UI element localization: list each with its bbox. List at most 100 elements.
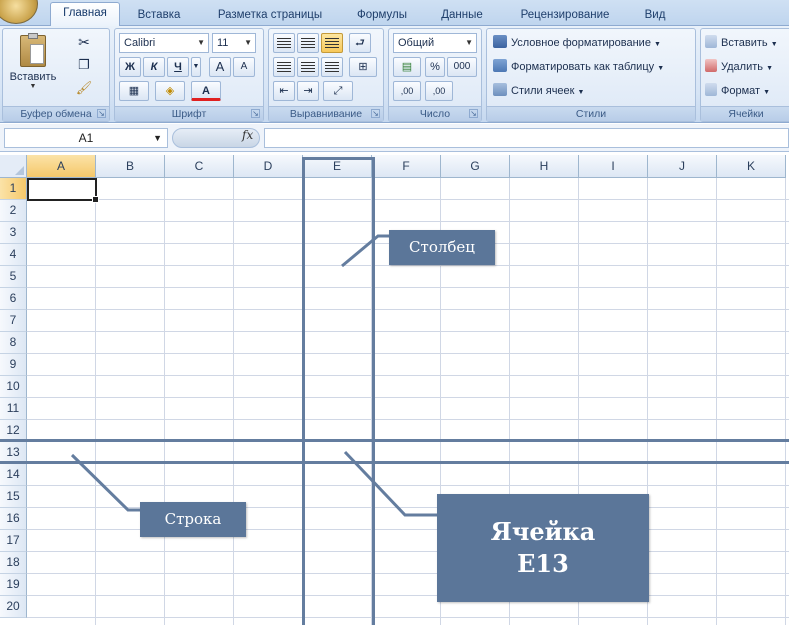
tab-formulas[interactable]: Формулы (346, 5, 418, 26)
row-header-18[interactable]: 18 (0, 552, 27, 574)
worksheet-grid: ABCDEFGHIJK 1 2 3 4 5 6 7 8 9 10 11 12 13 14 15 16 17 18 1… (0, 155, 789, 625)
row-header-3[interactable]: 3 (0, 222, 27, 244)
column-e-highlight (302, 157, 375, 625)
format-painter-icon[interactable]: 🖌 (73, 79, 95, 99)
row-header-16[interactable]: 16 (0, 508, 27, 530)
column-header-k[interactable]: K (717, 155, 786, 178)
column-header-f[interactable]: F (372, 155, 441, 178)
formula-bar: A1 ▼ fx (0, 124, 789, 152)
tab-view[interactable]: Вид (636, 5, 674, 26)
alignment-group-label: Выравнивание (269, 106, 383, 121)
number-launcher-icon[interactable]: ↘ (469, 109, 478, 118)
formula-input[interactable] (264, 128, 789, 148)
delete-cells-icon (705, 59, 717, 72)
percent-button[interactable]: % (425, 57, 445, 77)
copy-icon[interactable]: ❐ (73, 56, 95, 76)
row-header-20[interactable]: 20 (0, 596, 27, 618)
underline-dropdown-icon[interactable]: ▼ (191, 57, 201, 77)
chevron-down-icon: ▼ (244, 38, 252, 47)
row-header-1[interactable]: 1 (0, 178, 27, 200)
column-header-a[interactable]: A (27, 155, 96, 178)
row-header-5[interactable]: 5 (0, 266, 27, 288)
bold-button[interactable]: Ж (119, 57, 141, 77)
row-header-7[interactable]: 7 (0, 310, 27, 332)
underline-button[interactable]: Ч (167, 57, 189, 77)
paste-button[interactable]: Вставить ▼ (9, 33, 57, 99)
format-cells-label: Формат (721, 85, 761, 97)
tab-review[interactable]: Рецензирование (506, 5, 624, 26)
delete-cells-button[interactable]: Удалить ▼ (705, 59, 773, 77)
column-header-g[interactable]: G (441, 155, 510, 178)
align-top-icon[interactable] (273, 33, 295, 53)
grow-font-button[interactable]: A (209, 57, 231, 77)
align-bottom-icon[interactable] (321, 33, 343, 53)
align-middle-icon[interactable] (297, 33, 319, 53)
office-button[interactable] (0, 0, 38, 24)
insert-function-icon[interactable]: fx (242, 128, 253, 142)
alignment-launcher-icon[interactable]: ↘ (371, 109, 380, 118)
row-header-8[interactable]: 8 (0, 332, 27, 354)
increase-decimal-button[interactable]: ,00 (393, 81, 421, 101)
select-all-button[interactable] (0, 155, 27, 178)
align-center-icon[interactable] (297, 57, 319, 77)
column-header-j[interactable]: J (648, 155, 717, 178)
number-format-select[interactable]: Общий ▼ (393, 33, 477, 53)
row-header-11[interactable]: 11 (0, 398, 27, 420)
font-color-button[interactable]: A (191, 81, 221, 101)
conditional-formatting-label: Условное форматирование (511, 37, 651, 49)
active-cell-a1[interactable] (27, 178, 99, 203)
styles-group-label: Стили (487, 106, 695, 121)
row-header-4[interactable]: 4 (0, 244, 27, 266)
conditional-formatting-button[interactable]: Условное форматирование ▼ (493, 35, 661, 53)
column-header-c[interactable]: C (165, 155, 234, 178)
merge-cells-icon[interactable]: ⊞ (349, 57, 377, 77)
tab-home[interactable]: Главная (50, 2, 120, 27)
decrease-indent-icon[interactable]: ⇤ (273, 81, 295, 101)
tab-page-layout[interactable]: Разметка страницы (200, 5, 340, 26)
font-size-select[interactable]: 11 ▼ (212, 33, 256, 53)
row-header-17[interactable]: 17 (0, 530, 27, 552)
styles-group: Условное форматирование ▼ Форматировать … (486, 28, 696, 122)
clipboard-launcher-icon[interactable]: ↘ (97, 109, 106, 118)
insert-cells-button[interactable]: Вставить ▼ (705, 35, 778, 53)
align-left-icon[interactable] (273, 57, 295, 77)
thousands-button[interactable]: 000 (447, 57, 477, 77)
format-cells-button[interactable]: Формат ▼ (705, 83, 770, 101)
align-right-icon[interactable] (321, 57, 343, 77)
font-name-select[interactable]: Calibri ▼ (119, 33, 209, 53)
column-header-h[interactable]: H (510, 155, 579, 178)
tab-insert[interactable]: Вставка (126, 5, 192, 26)
row-13-highlight (0, 439, 789, 464)
row-header-15[interactable]: 15 (0, 486, 27, 508)
format-as-table-button[interactable]: Форматировать как таблицу ▼ (493, 59, 664, 77)
cell-styles-button[interactable]: Стили ячеек ▼ (493, 83, 584, 101)
tab-data[interactable]: Данные (430, 5, 494, 26)
fill-color-icon[interactable]: ◈ (155, 81, 185, 101)
delete-cells-label: Удалить (721, 61, 763, 73)
decrease-decimal-button[interactable]: ,00 (425, 81, 453, 101)
row-header-19[interactable]: 19 (0, 574, 27, 596)
cell-callout-ref: E13 (517, 549, 569, 578)
wrap-text-icon[interactable]: ⮐ (349, 33, 371, 53)
increase-indent-icon[interactable]: ⇥ (297, 81, 319, 101)
row-header-14[interactable]: 14 (0, 464, 27, 486)
name-box[interactable]: A1 ▼ (4, 128, 168, 148)
row-header-9[interactable]: 9 (0, 354, 27, 376)
row-header-2[interactable]: 2 (0, 200, 27, 222)
insert-cells-icon (705, 35, 717, 48)
column-header-b[interactable]: B (96, 155, 165, 178)
row-header-6[interactable]: 6 (0, 288, 27, 310)
cell-styles-label: Стили ячеек (511, 85, 575, 97)
currency-icon[interactable]: ▤ (393, 57, 421, 77)
clipboard-group: Вставить ▼ ✂ ❐ 🖌 Буфер обмена ↘ (2, 28, 110, 122)
font-launcher-icon[interactable]: ↘ (251, 109, 260, 118)
cut-icon[interactable]: ✂ (73, 33, 95, 53)
column-header-i[interactable]: I (579, 155, 648, 178)
orientation-icon[interactable]: ⤢ (323, 81, 353, 101)
italic-button[interactable]: К (143, 57, 165, 77)
column-header-d[interactable]: D (234, 155, 303, 178)
borders-icon[interactable]: ▦ (119, 81, 149, 101)
row-header-10[interactable]: 10 (0, 376, 27, 398)
shrink-font-button[interactable]: A (233, 57, 255, 77)
row-callout: Строка (140, 502, 246, 537)
